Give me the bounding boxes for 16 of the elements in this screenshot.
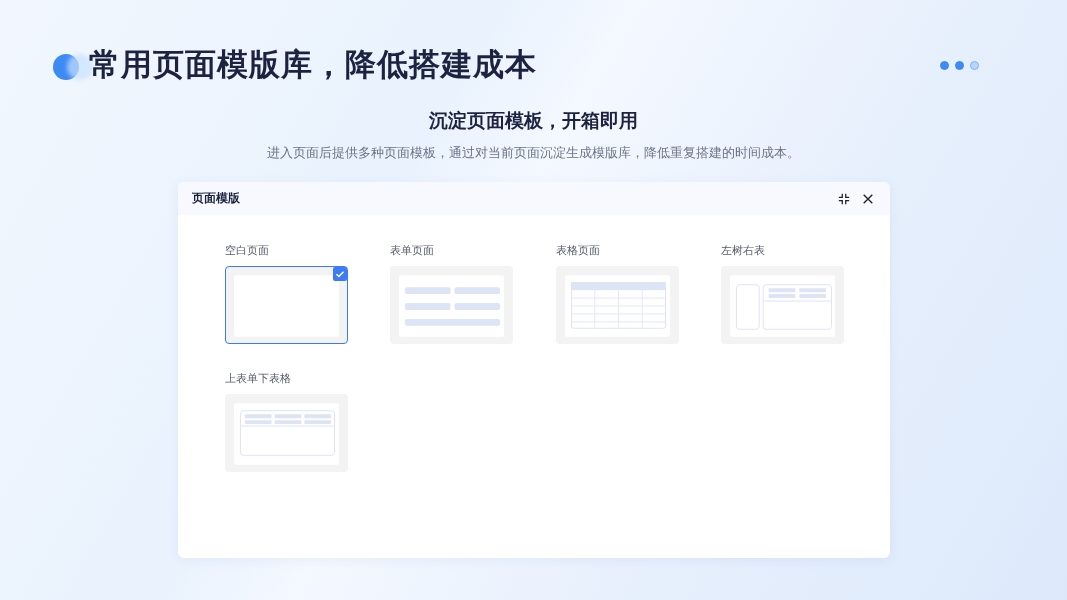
- template-card[interactable]: [224, 266, 348, 344]
- template-label: 上表单下表格: [224, 371, 292, 386]
- headline: 常用页面模版库，降低搭建成本: [89, 45, 537, 84]
- template-label: 空白页面: [224, 243, 270, 258]
- pager-dot[interactable]: [955, 60, 964, 70]
- template-label: 左树右表: [721, 243, 766, 258]
- template-label: 表格页面: [555, 243, 601, 258]
- close-icon[interactable]: [861, 192, 874, 205]
- description: 进入页面后提供多种页面模板，通过对当前页面沉淀生成模版库，降低重复搭建的时间成本。: [267, 144, 800, 162]
- pager-dot[interactable]: [970, 60, 979, 70]
- collapse-icon[interactable]: [837, 192, 850, 205]
- check-icon: [332, 267, 347, 281]
- dialog-title: 页面模版: [191, 190, 240, 207]
- template-label: 表单页面: [390, 243, 435, 258]
- subtitle: 沉淀页面模板，开箱即用: [429, 108, 638, 133]
- pager-dot[interactable]: [940, 60, 949, 70]
